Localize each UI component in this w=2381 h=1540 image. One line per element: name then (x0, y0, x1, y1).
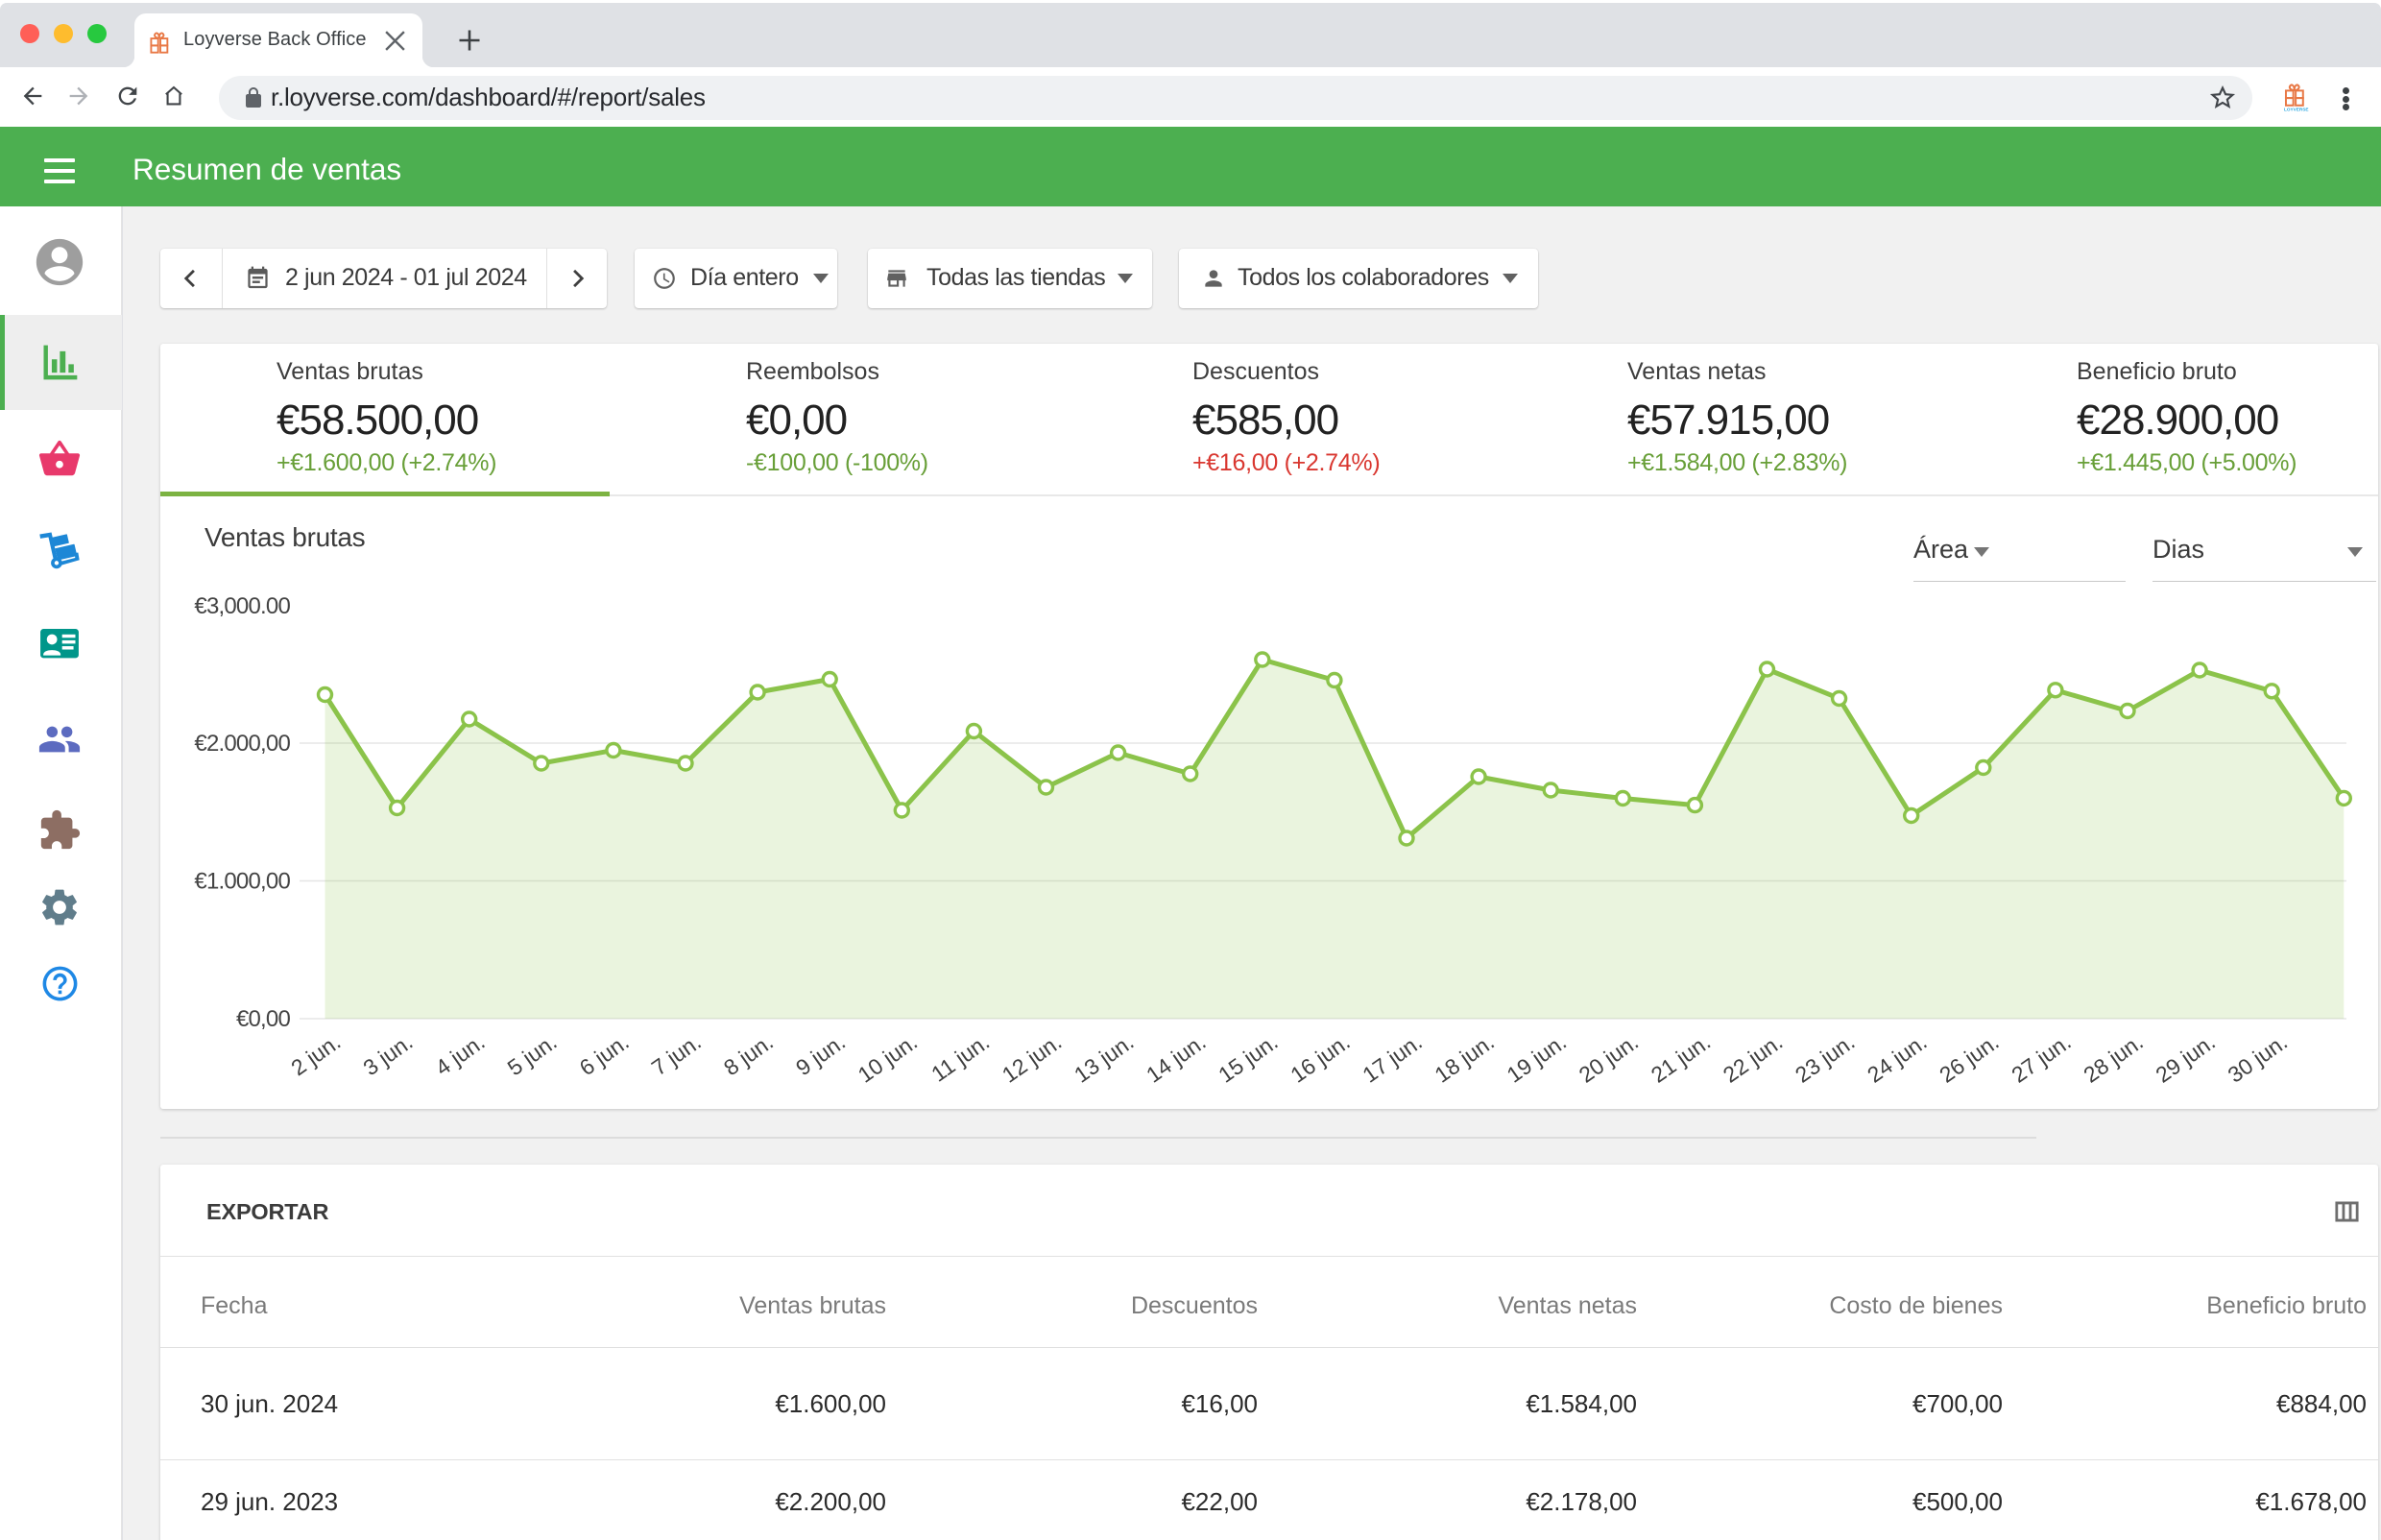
svg-text:22 jun.: 22 jun. (1719, 1029, 1787, 1088)
svg-text:9 jun.: 9 jun. (791, 1029, 850, 1081)
svg-text:5 jun.: 5 jun. (503, 1029, 562, 1081)
svg-text:4 jun.: 4 jun. (431, 1029, 490, 1081)
svg-text:15 jun.: 15 jun. (1214, 1029, 1282, 1088)
svg-text:27 jun.: 27 jun. (2007, 1029, 2075, 1088)
svg-text:30 jun.: 30 jun. (2224, 1029, 2292, 1088)
svg-text:2 jun.: 2 jun. (286, 1029, 345, 1081)
svg-text:6 jun.: 6 jun. (575, 1029, 634, 1081)
svg-text:€2.000,00: €2.000,00 (194, 731, 290, 757)
svg-text:€0,00: €0,00 (236, 1006, 291, 1032)
svg-text:3 jun.: 3 jun. (358, 1029, 417, 1081)
svg-text:8 jun.: 8 jun. (719, 1029, 778, 1081)
svg-text:€3,000.00: €3,000.00 (194, 593, 290, 619)
svg-text:11 jun.: 11 jun. (926, 1029, 994, 1087)
svg-text:10 jun.: 10 jun. (854, 1029, 922, 1088)
svg-text:23 jun.: 23 jun. (1791, 1029, 1859, 1088)
svg-text:19 jun.: 19 jun. (1503, 1029, 1571, 1088)
svg-text:16 jun.: 16 jun. (1286, 1029, 1354, 1088)
svg-text:7 jun.: 7 jun. (647, 1029, 706, 1081)
svg-text:20 jun.: 20 jun. (1575, 1029, 1643, 1088)
svg-text:13 jun.: 13 jun. (1070, 1029, 1138, 1088)
svg-text:28 jun.: 28 jun. (2079, 1029, 2147, 1088)
svg-text:29 jun.: 29 jun. (2151, 1029, 2219, 1088)
svg-text:12 jun.: 12 jun. (998, 1029, 1066, 1088)
svg-text:24 jun.: 24 jun. (1863, 1029, 1931, 1088)
svg-text:17 jun.: 17 jun. (1358, 1029, 1426, 1088)
svg-text:21 jun.: 21 jun. (1647, 1029, 1715, 1088)
svg-text:14 jun.: 14 jun. (1142, 1029, 1210, 1088)
svg-text:26 jun.: 26 jun. (1935, 1029, 2003, 1088)
svg-text:18 jun.: 18 jun. (1430, 1029, 1498, 1088)
svg-text:€1.000,00: €1.000,00 (194, 869, 290, 895)
